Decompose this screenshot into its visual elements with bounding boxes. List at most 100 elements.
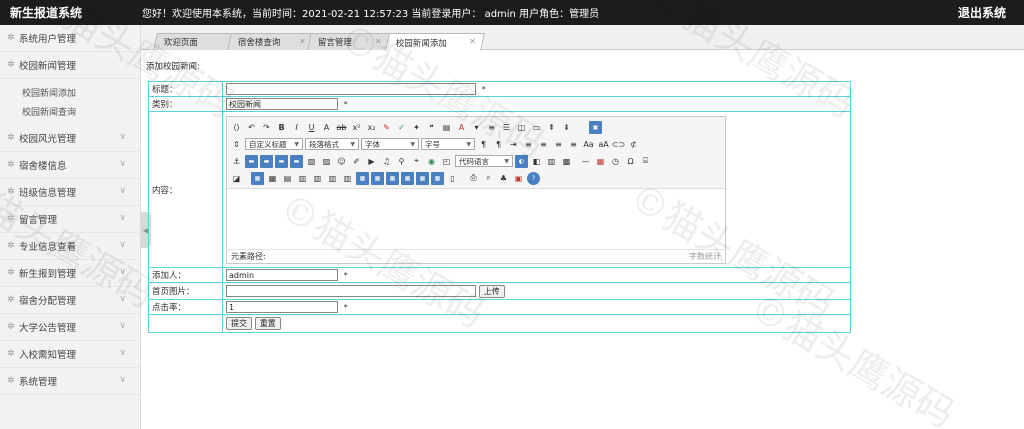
sidebar-item-major-view[interactable]: ✲ 专业信息查看 ∨ xyxy=(0,233,140,260)
sidebar-item-dorm-assign[interactable]: ✲ 宿舍分配管理 ∨ xyxy=(0,287,140,314)
special-char-icon[interactable]: Ω xyxy=(624,155,637,168)
help-icon[interactable]: ? xyxy=(527,171,540,185)
row-spacing-top-icon[interactable]: ⇞ xyxy=(545,121,558,134)
reset-button[interactable]: 重置 xyxy=(254,317,281,330)
horizontal-rule-icon[interactable]: — xyxy=(579,155,592,168)
print-icon[interactable]: ⎙ xyxy=(467,172,480,185)
upload-button[interactable]: 上传 xyxy=(478,284,505,298)
drafts-icon[interactable]: ▣ xyxy=(512,172,525,185)
paste-text-icon[interactable]: ▤ xyxy=(440,121,453,134)
format-match-icon[interactable]: ✓ xyxy=(395,121,408,134)
submit-button[interactable]: 提交 xyxy=(226,317,252,330)
indent-icon[interactable]: ⇥ xyxy=(507,138,520,151)
row-spacing-bottom-icon[interactable]: ⇟ xyxy=(560,121,573,134)
frame-icon[interactable]: ◰ xyxy=(440,155,453,168)
select-all-icon[interactable]: ◫ xyxy=(515,121,528,134)
merge-cells-icon[interactable]: ▦ xyxy=(356,171,369,185)
background-icon[interactable]: ◧ xyxy=(530,155,543,168)
gmap-icon[interactable]: ◉ xyxy=(425,155,438,168)
sidebar-item-user-mgmt[interactable]: ✲ 系统用户管理 xyxy=(0,25,140,52)
delete-row-icon[interactable]: ▥ xyxy=(311,172,324,185)
close-icon[interactable]: ✕ xyxy=(375,37,382,46)
rtl-icon[interactable]: ¶ xyxy=(492,138,505,151)
redo-icon[interactable]: ↷ xyxy=(260,121,273,134)
image-float-none-icon[interactable]: ▬ xyxy=(245,154,258,168)
font-size-select[interactable]: 字号 ▼ xyxy=(421,138,475,150)
multi-image-icon[interactable]: ▨ xyxy=(320,155,333,168)
line-height-icon[interactable]: ⇕ xyxy=(230,138,243,151)
sidebar-subitem-news-add[interactable]: 校园新闻添加 xyxy=(0,83,140,102)
sidebar-item-scenery-mgmt[interactable]: ✲ 校园风光管理 ∨ xyxy=(0,125,140,152)
delete-table-icon[interactable]: ▦ xyxy=(266,172,279,185)
image-float-right-icon[interactable]: ▬ xyxy=(275,154,288,168)
paragraph-select[interactable]: 段落格式 ▼ xyxy=(305,138,359,150)
tab-dorm-query[interactable]: 宿舍楼查询 ✕ xyxy=(227,33,315,50)
html-source-icon[interactable]: ⟨⟩ xyxy=(230,121,243,134)
ordered-list-icon[interactable]: ≡ xyxy=(485,121,498,134)
merge-right-icon[interactable]: ▦ xyxy=(371,171,384,185)
search-replace-icon[interactable]: ♣ xyxy=(497,172,510,185)
lowercase-icon[interactable]: aA xyxy=(597,138,610,151)
wordimage-icon[interactable]: ▩ xyxy=(560,155,573,168)
superscript-icon[interactable]: x² xyxy=(350,121,363,134)
sidebar-item-entry-guide[interactable]: ✲ 入校需知管理 ∨ xyxy=(0,341,140,368)
font-family-select[interactable]: 字体 ▼ xyxy=(361,138,419,150)
image-icon[interactable]: ▧ xyxy=(305,155,318,168)
tab-news-add[interactable]: 校园新闻添加 ✕ xyxy=(385,33,485,51)
split-to-rows-icon[interactable]: ▦ xyxy=(416,171,429,185)
font-color-icon[interactable]: A xyxy=(455,121,468,134)
split-to-cells-icon[interactable]: ▦ xyxy=(401,171,414,185)
merge-down-icon[interactable]: ▦ xyxy=(386,171,399,185)
delete-col-icon[interactable]: ▥ xyxy=(341,172,354,185)
template-icon[interactable]: ▥ xyxy=(545,155,558,168)
tab-message-mgmt[interactable]: 留言管理 ✕ xyxy=(307,33,391,50)
close-icon[interactable]: ✕ xyxy=(469,37,476,46)
date-icon[interactable]: ▦ xyxy=(594,155,607,168)
emotion-icon[interactable]: ☺ xyxy=(335,155,348,168)
link-icon[interactable]: ⊂⊃ xyxy=(612,138,625,151)
chart-icon[interactable]: ▯ xyxy=(446,172,459,185)
underline-icon[interactable]: U xyxy=(305,121,318,134)
align-justify-icon[interactable]: ≡ xyxy=(567,138,580,151)
sidebar-item-report-mgmt[interactable]: ✲ 新生报到管理 ∨ xyxy=(0,260,140,287)
sidebar-item-dorm-info[interactable]: ✲ 宿舍楼信息 ∨ xyxy=(0,152,140,179)
align-right-icon[interactable]: ≡ xyxy=(552,138,565,151)
uppercase-icon[interactable]: Aa xyxy=(582,138,595,151)
highlight-icon[interactable]: ▾ xyxy=(470,121,483,134)
undo-icon[interactable]: ↶ xyxy=(245,121,258,134)
adder-input[interactable] xyxy=(226,269,338,281)
insert-table-icon[interactable]: ▦ xyxy=(251,171,264,185)
align-center-icon[interactable]: ≡ xyxy=(537,138,550,151)
auto-format-icon[interactable]: ✦ xyxy=(410,121,423,134)
map-icon[interactable]: ⌖ xyxy=(410,155,423,168)
close-icon[interactable]: ✕ xyxy=(299,37,306,46)
sidebar-item-message-mgmt[interactable]: ✲ 留言管理 ∨ xyxy=(0,206,140,233)
split-to-cols-icon[interactable]: ▦ xyxy=(431,171,444,185)
align-left-icon[interactable]: ≡ xyxy=(522,138,535,151)
italic-icon[interactable]: I xyxy=(290,121,303,134)
image-float-left-icon[interactable]: ▬ xyxy=(260,154,273,168)
code-language-select[interactable]: 代码语言 ▼ xyxy=(455,155,513,167)
sidebar-item-notice-mgmt[interactable]: ✲ 大学公告管理 ∨ xyxy=(0,314,140,341)
unlink-icon[interactable]: ⊄ xyxy=(627,138,640,151)
tab-welcome[interactable]: 欢迎页面 xyxy=(153,33,237,50)
sidebar-subitem-news-query[interactable]: 校园新闻查询 xyxy=(0,102,140,121)
page-break-icon[interactable]: ◐ xyxy=(515,154,528,168)
sidebar-item-class-mgmt[interactable]: ✲ 班级信息管理 ∨ xyxy=(0,179,140,206)
subscript-icon[interactable]: x₂ xyxy=(365,121,378,134)
image-center-icon[interactable]: ▬ xyxy=(290,154,303,168)
eraser-icon[interactable]: ✎ xyxy=(380,121,393,134)
strikethrough-icon[interactable]: ab xyxy=(335,121,348,134)
title-input[interactable] xyxy=(226,83,476,95)
anchor-icon[interactable]: ⚓ xyxy=(230,155,243,168)
image-path-input[interactable] xyxy=(226,285,476,297)
clicks-input[interactable] xyxy=(226,301,338,313)
category-input[interactable] xyxy=(226,98,338,110)
clear-doc-icon[interactable]: ▭ xyxy=(530,121,543,134)
attachment-icon[interactable]: ⚲ xyxy=(395,155,408,168)
time-icon[interactable]: ◷ xyxy=(609,155,622,168)
bold-icon[interactable]: B xyxy=(275,121,288,134)
insert-row-icon[interactable]: ▥ xyxy=(296,172,309,185)
heading-select[interactable]: 自定义标题 ▼ xyxy=(245,138,303,150)
insert-frame-icon[interactable]: ◪ xyxy=(230,172,243,185)
